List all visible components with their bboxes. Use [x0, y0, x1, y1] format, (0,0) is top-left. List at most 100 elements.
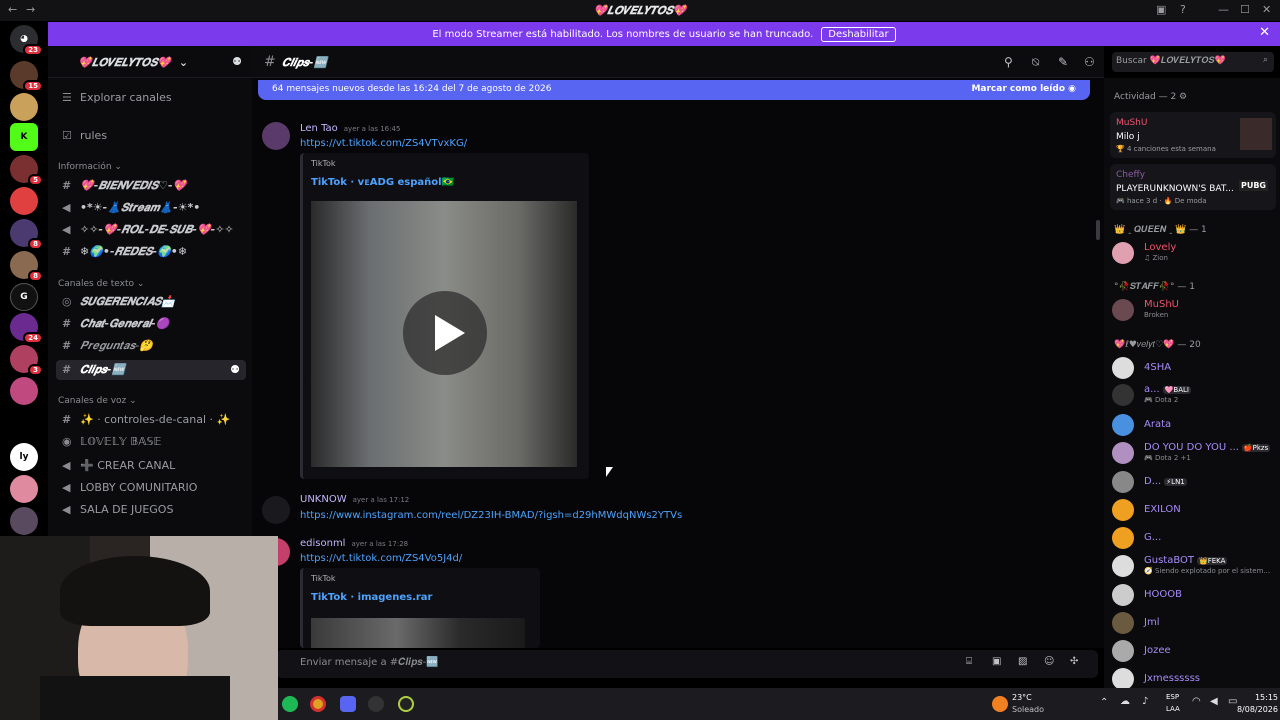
- server-icon[interactable]: [10, 507, 38, 535]
- microphone-icon[interactable]: ♪: [1142, 696, 1148, 707]
- message-author[interactable]: UNKNOW ayer a las 17:12: [300, 494, 409, 505]
- channel-stream[interactable]: ◀ •*☀-👗𝑺𝒕𝒓𝒆𝒂𝒎👗-☀*•: [56, 198, 246, 218]
- category-text[interactable]: Canales de texto ⌄: [58, 279, 144, 289]
- server-icon[interactable]: [10, 93, 38, 121]
- member-row[interactable]: Arata: [1112, 414, 1276, 436]
- emoji-icon[interactable]: ☺: [1044, 656, 1054, 667]
- member-row[interactable]: Jxmessssss: [1112, 668, 1276, 688]
- mute-bell-icon[interactable]: ⍉: [1032, 55, 1039, 70]
- channel-rol[interactable]: ◀ ✧✧-💖-𝑹𝑶𝑳-𝑫𝑬-𝑺𝑼𝑩-💖-✧✧: [56, 220, 246, 240]
- message-author[interactable]: Len Tao ayer a las 16:45: [300, 123, 400, 134]
- member-row[interactable]: a... 🩷BALI 🎮 Dota 2: [1112, 384, 1276, 406]
- chevron-up-icon[interactable]: ⌃: [1100, 697, 1108, 708]
- message-author[interactable]: edisonml ayer a las 17:28: [300, 538, 408, 549]
- server-icon[interactable]: [10, 475, 38, 503]
- server-icon[interactable]: [10, 187, 38, 215]
- keyboard-layout[interactable]: LAA: [1166, 705, 1180, 713]
- cloud-icon[interactable]: ☁: [1120, 696, 1130, 707]
- wifi-icon[interactable]: ◠: [1192, 696, 1201, 707]
- clock-time[interactable]: 15:15: [1248, 693, 1278, 702]
- message-link[interactable]: https://vt.tiktok.com/ZS4Vo5J4d/: [300, 553, 462, 564]
- chrome-icon[interactable]: [310, 696, 326, 712]
- new-messages-bar[interactable]: 64 mensajes nuevos desde las 16:24 del 7…: [258, 80, 1090, 100]
- embed-title[interactable]: TikTok · imagenes.rar: [311, 592, 432, 603]
- kick-server-icon[interactable]: K: [10, 123, 38, 151]
- server-icon[interactable]: ly: [10, 443, 38, 471]
- apps-icon[interactable]: ✣: [1070, 656, 1078, 667]
- spotify-icon[interactable]: [282, 696, 298, 712]
- member-row[interactable]: 4SHA: [1112, 357, 1276, 379]
- channel-clips[interactable]: # 𝑪𝒍𝒊𝒑𝒔-🆕 ⚉: [56, 360, 246, 380]
- member-row[interactable]: G...: [1112, 527, 1276, 549]
- search-input[interactable]: Buscar 💖𝑳𝑶𝑽𝑬𝑳𝒀𝑻𝑶𝑺💖 ⌕: [1112, 52, 1274, 72]
- scrollbar-thumb[interactable]: [1096, 220, 1100, 240]
- channel-sala-juegos[interactable]: ◀ SALA DE JUEGOS: [56, 500, 246, 520]
- server-icon[interactable]: 15: [10, 61, 43, 92]
- language-code[interactable]: ESP: [1166, 693, 1179, 701]
- video-thumbnail[interactable]: [311, 618, 525, 648]
- gift-icon[interactable]: ⌸: [966, 656, 972, 667]
- server-icon[interactable]: 3: [10, 345, 43, 376]
- member-row[interactable]: GustaBOT 👑FEKA 🧭 Siendo explotado por el s…: [1112, 555, 1276, 577]
- member-row[interactable]: HOOOB: [1112, 584, 1276, 606]
- server-icon[interactable]: 5: [10, 155, 43, 186]
- category-info[interactable]: Información ⌄: [58, 162, 122, 172]
- avatar[interactable]: [262, 496, 290, 524]
- activity-card[interactable]: Cheffy PLAYERUNKNOWN'S BAT... 🎮 hace 3 d…: [1110, 164, 1276, 210]
- member-row[interactable]: EXILON: [1112, 499, 1276, 521]
- sidebar-item-explore[interactable]: ☰ Explorar canales: [56, 88, 246, 108]
- home-discord-icon[interactable]: ◕ 23: [10, 25, 43, 56]
- obs-icon[interactable]: [368, 696, 384, 712]
- channel-lobby[interactable]: ◀ LOBBY COMUNITARIO: [56, 478, 246, 498]
- gif-icon[interactable]: ▣: [992, 656, 1001, 667]
- member-list-icon[interactable]: ⚇: [1084, 55, 1095, 69]
- member-row[interactable]: DO YOU DO YOU ... 🍎Pkzs 🎮 Dota 2 +1: [1112, 442, 1276, 464]
- server-icon[interactable]: 24: [10, 313, 43, 344]
- channel-chat-general[interactable]: # 𝑪𝒉𝒂𝒕-𝑮𝒆𝒏𝒆𝒓𝒂𝒍-🟣: [56, 314, 246, 334]
- message-link[interactable]: https://vt.tiktok.com/ZS4VTvxKG/: [300, 138, 467, 149]
- category-voice[interactable]: Canales de voz ⌄: [58, 396, 137, 406]
- member-row[interactable]: MuShU Broken: [1112, 299, 1276, 321]
- add-member-icon[interactable]: ⚉: [230, 363, 240, 376]
- channel-preguntas[interactable]: # 𝑷𝒓𝒆𝒈𝒖𝒏𝒕𝒂𝒔-🤔: [56, 336, 246, 356]
- minimize-icon[interactable]: —: [1218, 3, 1229, 16]
- mark-as-read-button[interactable]: Marcar como leído ◉: [971, 84, 1076, 94]
- sidebar-item-rules[interactable]: ☑ rules: [56, 126, 246, 146]
- message-link[interactable]: https://www.instagram.com/reel/DZ23IH-BM…: [300, 510, 682, 521]
- channel-controles[interactable]: # ✨ · controles-de-canal · ✨: [56, 410, 246, 430]
- pin-icon[interactable]: ✎: [1058, 55, 1068, 69]
- member-row[interactable]: Jozee: [1112, 640, 1276, 662]
- embed-title[interactable]: TikTok · ᴠᴇADG español🇧🇷: [311, 177, 454, 188]
- channel-bienvenidos[interactable]: # 💖-𝑩𝑰𝑬𝑵𝑽𝑬𝑫𝑰𝑺♡-💖: [56, 176, 246, 196]
- channel-sugerencias[interactable]: ◎ 𝑺𝑼𝑮𝑬𝑹𝑬𝑵𝑪𝑰𝑨𝑺📩: [56, 292, 246, 312]
- threads-icon[interactable]: ⚲: [1004, 55, 1013, 69]
- server-icon[interactable]: [10, 377, 38, 405]
- avatar[interactable]: [262, 122, 290, 150]
- server-header[interactable]: 💖𝑳𝑶𝑽𝑬𝑳𝒀𝑻𝑶𝑺💖 ⌄ ⚉: [48, 46, 252, 78]
- server-icon[interactable]: 8: [10, 219, 43, 250]
- maximize-icon[interactable]: ☐: [1240, 3, 1250, 16]
- member-row[interactable]: D... ⚡LN1: [1112, 471, 1276, 493]
- channel-crear-canal[interactable]: ◀ ➕ CREAR CANAL: [56, 456, 246, 476]
- add-member-icon[interactable]: ⚉: [232, 55, 242, 68]
- app-icon[interactable]: [398, 696, 414, 712]
- video-thumbnail[interactable]: [311, 201, 577, 467]
- play-button[interactable]: [403, 291, 487, 375]
- message-composer[interactable]: Enviar mensaje a #𝑪𝒍𝒊𝒑𝒔-🆕 ⌸ ▣ ▨ ☺ ✣: [276, 650, 1098, 678]
- close-banner-icon[interactable]: ✕: [1259, 25, 1270, 40]
- disable-streamer-button[interactable]: Deshabilitar: [821, 26, 896, 42]
- channel-redes[interactable]: # ❄🌍•-𝑹𝑬𝑫𝑬𝑺-🌍•❄: [56, 242, 246, 262]
- server-icon[interactable]: G: [10, 283, 38, 311]
- discord-icon[interactable]: [340, 696, 356, 712]
- message-list[interactable]: Len Tao ayer a las 16:45 https://vt.tikto…: [252, 78, 1104, 648]
- activity-card[interactable]: MuShU Milo j 🏆 4 canciones esta semana: [1110, 112, 1276, 158]
- help-icon[interactable]: ?: [1180, 3, 1186, 16]
- clock-date[interactable]: 8/08/2026: [1236, 705, 1278, 714]
- close-window-icon[interactable]: ✕: [1262, 3, 1271, 16]
- server-icon[interactable]: 8: [10, 251, 43, 282]
- sticker-icon[interactable]: ▨: [1018, 656, 1027, 667]
- member-row[interactable]: Lovely ♫ Zion: [1112, 242, 1276, 264]
- member-row[interactable]: Jml: [1112, 612, 1276, 634]
- inbox-icon[interactable]: ▣: [1156, 3, 1166, 16]
- channel-lovely-base[interactable]: ◉ 𝕃𝕆𝕍𝔼𝕃𝕐 𝔹𝔸𝕊𝔼: [56, 432, 246, 452]
